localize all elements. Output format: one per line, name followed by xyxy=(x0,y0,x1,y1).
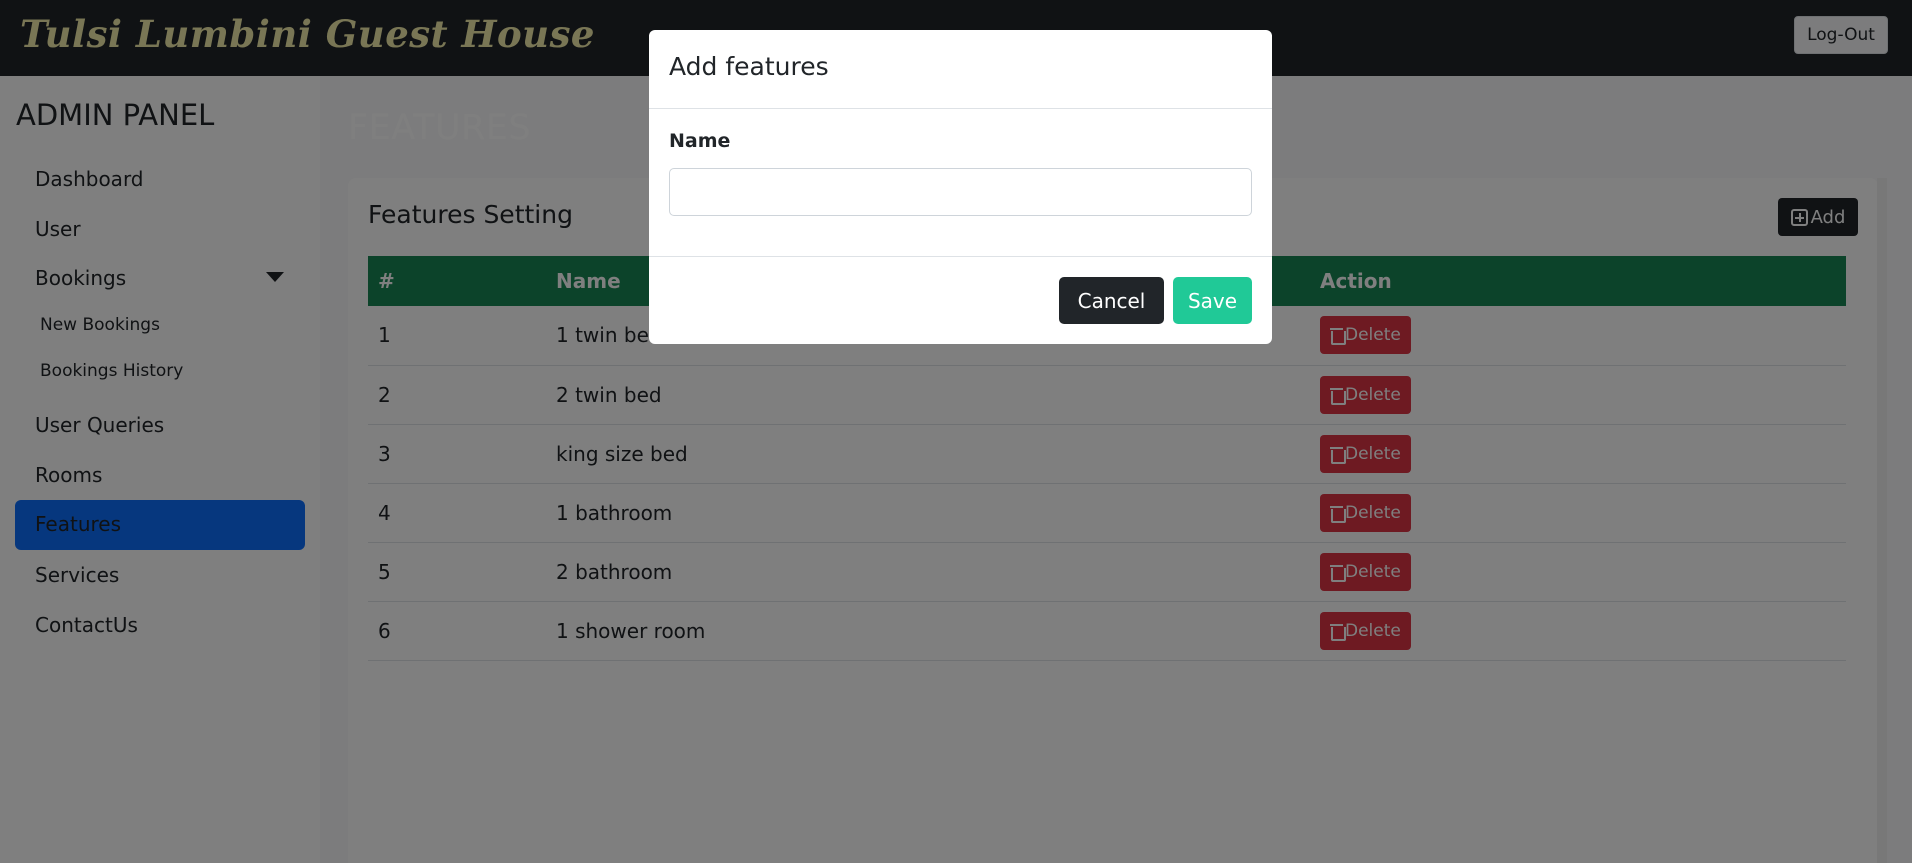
feature-name-input[interactable] xyxy=(669,168,1252,216)
add-features-modal: Add features Name Cancel Save xyxy=(649,30,1272,344)
cancel-button[interactable]: Cancel xyxy=(1059,277,1164,324)
name-label: Name xyxy=(669,130,731,152)
modal-header-divider xyxy=(649,108,1272,109)
save-button[interactable]: Save xyxy=(1173,277,1252,324)
modal-title: Add features xyxy=(669,52,829,81)
modal-footer-divider xyxy=(649,256,1272,257)
